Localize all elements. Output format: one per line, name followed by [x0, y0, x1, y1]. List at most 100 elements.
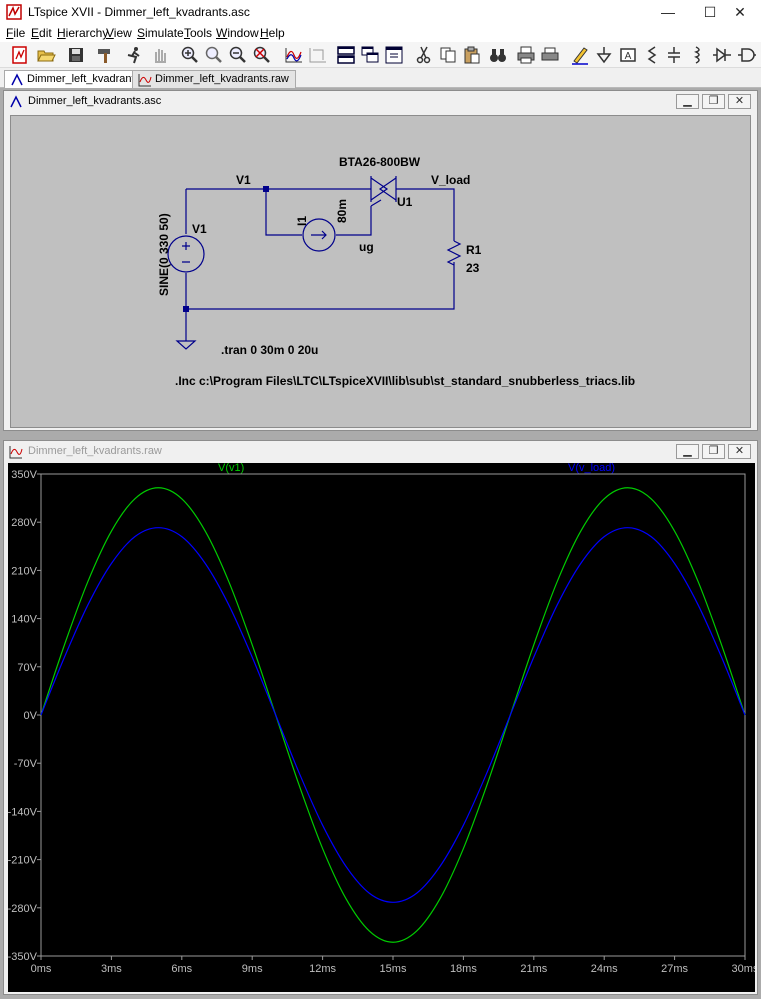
tile-horizontal-icon[interactable] [336, 45, 356, 65]
y-tick-label: 140V [11, 614, 37, 626]
diode-icon[interactable] [712, 45, 732, 65]
resistor-icon[interactable] [642, 45, 662, 65]
schematic-file-icon [10, 95, 22, 108]
junction-dot [183, 306, 189, 312]
isource-value-label: 80m [335, 199, 349, 223]
source-ref-label: V1 [192, 222, 207, 236]
waveform-close-button[interactable]: ✕ [728, 444, 751, 459]
menu-hierarchy[interactable]: Hierarchy [57, 26, 108, 40]
voltage-source-symbol [167, 235, 205, 273]
tran-directive[interactable]: .tran 0 30m 0 20u [221, 343, 318, 357]
resistor-symbol [446, 240, 462, 266]
x-tick-label: 6ms [171, 963, 192, 975]
schematic-file-icon [11, 73, 23, 86]
plot-grid [37, 473, 746, 960]
schematic-window-title: Dimmer_left_kvadrants.asc [28, 95, 162, 107]
tab-waveform-label: Dimmer_left_kvadrants.raw [155, 73, 289, 85]
y-tick-label: -280V [8, 903, 38, 915]
menu-file[interactable]: File [6, 26, 25, 40]
plot-frame [40, 473, 746, 957]
y-tick-label: -70V [14, 758, 38, 770]
ground-symbol [175, 340, 197, 350]
waveform-window: Dimmer_left_kvadrants.raw ▁ ❐ ✕ 0ms 3ms 6m… [3, 440, 758, 995]
cut-scissors-icon[interactable] [414, 45, 434, 65]
tab-waveform[interactable]: Dimmer_left_kvadrants.raw [132, 70, 296, 88]
close-button[interactable]: ✕ [719, 0, 761, 24]
waveform-window-title: Dimmer_left_kvadrants.raw [28, 445, 162, 457]
current-source-arrow [311, 230, 327, 240]
find-binoculars-icon[interactable] [488, 45, 508, 65]
menu-help[interactable]: Help [260, 26, 285, 40]
menu-view[interactable]: View [106, 26, 132, 40]
y-tick-label: -210V [8, 855, 38, 867]
x-tick-label: 15ms [380, 963, 407, 975]
zoom-in-icon[interactable] [180, 45, 200, 65]
y-tick-label: -140V [8, 806, 38, 818]
triac-symbol [370, 176, 397, 207]
ltspice-app-icon [6, 4, 22, 20]
trace-legend-label[interactable]: V(v_load) [568, 463, 615, 474]
plot-ticks: 0ms 3ms 6ms 9ms 12ms 15ms 18ms 21ms 24ms 27ms 30ms… [8, 469, 755, 975]
net-label-v1: V1 [236, 173, 251, 187]
ground-icon[interactable] [594, 45, 614, 65]
paste-icon[interactable] [462, 45, 482, 65]
pan-icon[interactable] [204, 45, 224, 65]
menu-bar: File Edit Hierarchy View Simulate Tools … [0, 24, 761, 42]
title-bar: LTspice XVII - Dimmer_left_kvadrants.asc… [0, 0, 761, 24]
waveform-plot-pane[interactable]: 0ms 3ms 6ms 9ms 12ms 15ms 18ms 21ms 24ms 27ms 30ms… [8, 463, 755, 992]
junction-dot [263, 186, 269, 192]
isource-ref-label: I1 [295, 216, 309, 226]
y-tick-label: 210V [11, 565, 37, 577]
control-panel-hammer-icon[interactable] [96, 45, 116, 65]
zoom-extents-icon[interactable] [308, 45, 328, 65]
y-tick-label: 0V [24, 710, 38, 722]
waveform-restore-button[interactable]: ❐ [702, 444, 725, 459]
copy-icon[interactable] [438, 45, 458, 65]
toolbar: A [0, 42, 761, 68]
x-tick-label: 21ms [520, 963, 547, 975]
menu-simulate[interactable]: Simulate [137, 26, 184, 40]
tile-vertical-icon[interactable] [384, 45, 404, 65]
waveform-minimize-button[interactable]: ▁ [676, 444, 699, 459]
minimize-button[interactable]: — [647, 0, 689, 24]
source-value-label: SINE(0 330 50) [157, 213, 171, 296]
schematic-window-titlebar[interactable]: Dimmer_left_kvadrants.asc ▁ ❐ ✕ [4, 91, 757, 113]
capacitor-icon[interactable] [664, 45, 684, 65]
schematic-canvas[interactable]: V1 V_load BTA26-800BW U1 V1 SINE(0 330 5… [10, 115, 751, 428]
print-icon[interactable] [516, 45, 536, 65]
y-tick-label: 350V [11, 469, 37, 481]
x-tick-label: 24ms [591, 963, 618, 975]
cascade-windows-icon[interactable] [360, 45, 380, 65]
trace-legend-label[interactable]: V(v1) [218, 463, 244, 474]
menu-tools[interactable]: Tools [184, 26, 212, 40]
schematic-restore-button[interactable]: ❐ [702, 94, 725, 109]
menu-window[interactable]: Window [216, 26, 259, 40]
component-icon[interactable] [736, 45, 756, 65]
zoom-fit-icon[interactable] [252, 45, 272, 65]
waveform-window-titlebar[interactable]: Dimmer_left_kvadrants.raw ▁ ❐ ✕ [4, 441, 757, 463]
autorange-icon[interactable] [284, 45, 304, 65]
schematic-close-button[interactable]: ✕ [728, 94, 751, 109]
net-label-vload: V_load [431, 173, 470, 187]
print-preview-icon[interactable] [540, 45, 560, 65]
y-tick-label: 280V [11, 517, 37, 529]
new-schematic-icon[interactable] [10, 45, 30, 65]
open-folder-icon[interactable] [36, 45, 56, 65]
label-net-icon[interactable]: A [618, 45, 638, 65]
trace-line-0[interactable] [40, 487, 746, 943]
trace-line-1[interactable] [40, 527, 746, 903]
inductor-icon[interactable] [688, 45, 708, 65]
svg-text:A: A [625, 51, 632, 62]
include-directive[interactable]: .Inc c:\Program Files\LTC\LTspiceXVII\li… [175, 374, 635, 388]
schematic-window: Dimmer_left_kvadrants.asc ▁ ❐ ✕ V1 V_loa… [3, 90, 758, 431]
run-simulation-icon[interactable] [124, 45, 144, 65]
draw-wire-pencil-icon[interactable] [570, 45, 590, 65]
schematic-minimize-button[interactable]: ▁ [676, 94, 699, 109]
save-icon[interactable] [66, 45, 86, 65]
schematic-wires [185, 188, 455, 341]
x-tick-label: 30ms [732, 963, 755, 975]
menu-edit[interactable]: Edit [31, 26, 52, 40]
halt-hand-icon[interactable] [150, 45, 170, 65]
zoom-out-icon[interactable] [228, 45, 248, 65]
waveform-chart[interactable]: 0ms 3ms 6ms 9ms 12ms 15ms 18ms 21ms 24ms 27ms 30ms… [8, 463, 755, 992]
